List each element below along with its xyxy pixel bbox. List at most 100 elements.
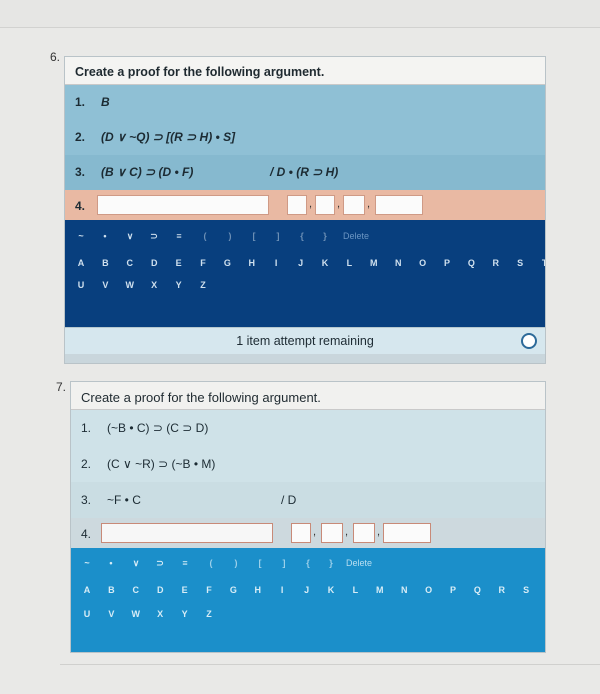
q6-key-dot[interactable]: •: [98, 231, 112, 241]
q6-key-letter[interactable]: W: [123, 280, 137, 290]
q6-key-letter[interactable]: Q: [464, 258, 478, 268]
q7-key-tilde[interactable]: ~: [80, 558, 94, 568]
q7-key-letter[interactable]: F: [202, 585, 216, 595]
q6-key-letter[interactable]: G: [220, 258, 234, 268]
q6-separator: ,: [367, 198, 371, 210]
q7-key-letter[interactable]: D: [153, 585, 167, 595]
q7-key-close-paren[interactable]: ): [229, 558, 243, 568]
q7-key-letter[interactable]: I: [275, 585, 289, 595]
q6-key-letter[interactable]: Y: [172, 280, 186, 290]
q7-key-letter[interactable]: S: [519, 585, 533, 595]
q7-key-letter[interactable]: Z: [202, 609, 216, 619]
q6-premise-1: 1. B: [65, 85, 545, 120]
q7-key-letter[interactable]: C: [129, 585, 143, 595]
q7-key-letter[interactable]: L: [348, 585, 362, 595]
q6-key-close-bracket[interactable]: ]: [271, 231, 285, 241]
q6-key-letter[interactable]: H: [245, 258, 259, 268]
q7-key-letter[interactable]: P: [446, 585, 460, 595]
q6-rule-line-input-3[interactable]: [343, 195, 365, 215]
q6-key-letter[interactable]: B: [98, 258, 112, 268]
q6-key-letter[interactable]: V: [98, 280, 112, 290]
q6-delete-key[interactable]: Delete: [336, 231, 376, 241]
q6-key-letter[interactable]: J: [294, 258, 308, 268]
q6-key-close-paren[interactable]: ): [223, 231, 237, 241]
q6-key-letter[interactable]: L: [342, 258, 356, 268]
q6-key-open-brace[interactable]: {: [295, 231, 309, 241]
q6-key-letter[interactable]: X: [147, 280, 161, 290]
q7-key-letter[interactable]: H: [251, 585, 265, 595]
q6-key-letter[interactable]: Z: [196, 280, 210, 290]
q6-key-close-brace[interactable]: }: [318, 231, 332, 241]
q7-key-horseshoe[interactable]: ⊃: [153, 558, 167, 569]
q6-key-letter[interactable]: N: [391, 258, 405, 268]
q6-key-letter[interactable]: S: [513, 258, 527, 268]
q6-key-open-bracket[interactable]: [: [247, 231, 261, 241]
q6-rule-line-input-2[interactable]: [315, 195, 335, 215]
q6-key-tilde[interactable]: ~: [74, 231, 88, 241]
q7-key-letter[interactable]: T: [544, 585, 545, 595]
q7-key-open-paren[interactable]: (: [204, 558, 218, 568]
q7-key-letter[interactable]: B: [104, 585, 118, 595]
q6-key-letter[interactable]: A: [74, 258, 88, 268]
q7-statement-input[interactable]: [101, 523, 273, 543]
q6-rule-name-input[interactable]: [375, 195, 423, 215]
q6-key-letter[interactable]: K: [318, 258, 332, 268]
q7-key-letter[interactable]: K: [324, 585, 338, 595]
q7-delete-key[interactable]: Delete: [339, 558, 379, 568]
q7-key-close-bracket[interactable]: ]: [277, 558, 291, 568]
q7-premise-1: 1. (~B • C) ⊃ (C ⊃ D): [71, 410, 545, 446]
radio-circle-icon[interactable]: [521, 333, 537, 349]
q6-key-letter[interactable]: E: [172, 258, 186, 268]
q7-key-letter[interactable]: A: [80, 585, 94, 595]
q7-key-open-brace[interactable]: {: [301, 558, 315, 568]
q7-input-row: 4. , , ,: [71, 518, 545, 548]
q6-rule-line-input-1[interactable]: [287, 195, 307, 215]
q7-key-open-bracket[interactable]: [: [253, 558, 267, 568]
q6-key-wedge[interactable]: ∨: [123, 231, 137, 242]
q7-key-letter[interactable]: Y: [178, 609, 192, 619]
q6-key-letter[interactable]: F: [196, 258, 210, 268]
q6-key-letter[interactable]: M: [367, 258, 381, 268]
q7-key-wedge[interactable]: ∨: [129, 558, 143, 569]
q6-key-letter[interactable]: U: [74, 280, 88, 290]
q7-key-close-brace[interactable]: }: [324, 558, 338, 568]
top-strip: [0, 0, 600, 28]
q6-key-letter[interactable]: T: [538, 258, 545, 268]
q7-key-letter[interactable]: M: [373, 585, 387, 595]
q7-key-triple-bar[interactable]: ≡: [178, 558, 192, 568]
q7-key-letter[interactable]: R: [495, 585, 509, 595]
q7-key-letter[interactable]: Q: [470, 585, 484, 595]
q7-rule-name-input[interactable]: [383, 523, 431, 543]
q7-rule-line-input-2[interactable]: [321, 523, 343, 543]
q6-key-letter[interactable]: P: [440, 258, 454, 268]
q7-key-letter[interactable]: E: [178, 585, 192, 595]
q7-key-letter[interactable]: G: [226, 585, 240, 595]
q7-key-letter[interactable]: N: [397, 585, 411, 595]
q6-key-letter[interactable]: C: [123, 258, 137, 268]
q6-premise-3-number: 3.: [75, 165, 86, 179]
q6-key-letter[interactable]: R: [489, 258, 503, 268]
q6-statement-input[interactable]: [97, 195, 269, 215]
q7-key-letter[interactable]: V: [104, 609, 118, 619]
q6-key-letter[interactable]: I: [269, 258, 283, 268]
q7-key-letter[interactable]: W: [129, 609, 143, 619]
q7-key-dot[interactable]: •: [104, 558, 118, 568]
q7-key-letter[interactable]: J: [300, 585, 314, 595]
q6-key-letter[interactable]: O: [416, 258, 430, 268]
q6-key-horseshoe[interactable]: ⊃: [147, 231, 161, 242]
q7-rule-line-input-3[interactable]: [353, 523, 375, 543]
q7-rule-line-input-1[interactable]: [291, 523, 311, 543]
q6-premise-3-expression: (B ∨ C) ⊃ (D • F): [101, 165, 194, 179]
question-7-number: 7.: [56, 380, 67, 394]
q7-key-letter[interactable]: O: [422, 585, 436, 595]
q6-key-letter[interactable]: D: [147, 258, 161, 268]
q6-separator: ,: [337, 198, 341, 210]
q6-key-open-paren[interactable]: (: [198, 231, 212, 241]
q7-premise-3-number: 3.: [81, 493, 92, 507]
q7-premise-2-number: 2.: [81, 457, 92, 471]
q7-key-letter[interactable]: X: [153, 609, 167, 619]
q6-premise-2-number: 2.: [75, 130, 86, 144]
page-divider: [60, 664, 600, 665]
q6-key-triple-bar[interactable]: ≡: [172, 231, 186, 241]
q7-key-letter[interactable]: U: [80, 609, 94, 619]
